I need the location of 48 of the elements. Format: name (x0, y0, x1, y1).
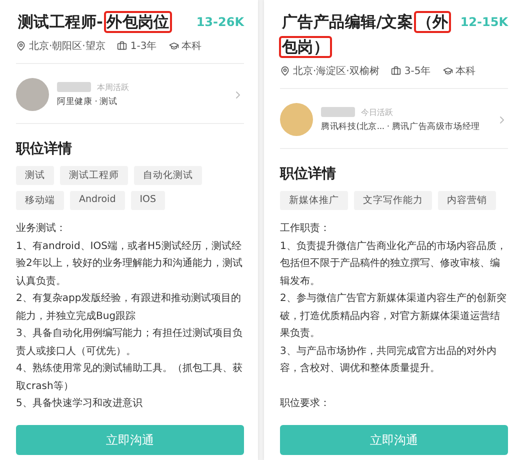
section-title: 职位详情 (16, 140, 73, 158)
experience: 1-3年 (130, 40, 157, 53)
blurred-name (321, 107, 355, 117)
chat-now-button[interactable]: 立即沟通 (280, 425, 508, 455)
job-title: 广告产品编辑/文案 （外 包岗） (280, 10, 456, 60)
skill-tag: 新媒体推广 (280, 191, 348, 210)
description-paragraph: 2、有复杂app发版经验，有跟进和推动测试项目的能力，并独立完成Bug跟踪 (16, 292, 242, 324)
location: 北京·朝阳区·望京 (29, 40, 106, 53)
avatar (16, 78, 49, 111)
education: 本科 (456, 64, 476, 78)
description-paragraph: 业务测试： (16, 222, 67, 236)
skill-tag: 测试工程师 (60, 166, 128, 185)
briefcase-icon (391, 66, 402, 76)
blurred-name (57, 82, 91, 92)
skill-tag: 内容营销 (438, 191, 496, 210)
graduation-cap-icon (442, 66, 453, 76)
skill-tag: IOS (130, 191, 166, 210)
description-paragraph: 2、参与微信广告官方新媒体渠道内容生产的创新突破，打造优质精品内容，对官方新媒体渠道运营结果负责。 (280, 292, 508, 341)
activity-status: 本周活跃 (97, 82, 129, 92)
skill-tag: Android (70, 191, 125, 210)
experience: 3-5年 (404, 65, 431, 78)
avatar (280, 103, 313, 136)
description-paragraph: 3、具备自动化用例编写能力；有担任过测试项目负责人或接口人（可优先）。 (16, 326, 244, 358)
job-title: 测试工程师- 外包岗位 (16, 10, 192, 35)
graduation-cap-icon (168, 41, 179, 51)
description-paragraph: 3、与产品市场协作，共同完成官方出品的对外内容，含校对、调优和整体质量提升。 (280, 344, 498, 376)
section-title: 职位详情 (280, 165, 337, 183)
description-paragraph: 5、具备快速学习和改进意识 (16, 396, 144, 411)
skill-tag: 测试 (16, 166, 54, 185)
briefcase-icon (117, 41, 128, 51)
description-paragraph: 1、有android、IOS端，或者H5测试经历，测试经验2年以上，较好的业务理解能力和沟通能力，测试认真负责。 (16, 240, 244, 288)
chat-now-button[interactable]: 立即沟通 (16, 425, 244, 455)
education: 本科 (182, 40, 202, 53)
location-pin-icon (16, 41, 26, 51)
skill-tag: 自动化测试 (134, 166, 202, 185)
skill-tag: 文字写作能力 (354, 191, 432, 210)
salary: 12-15K (460, 14, 508, 29)
company-role: 腾讯科技(北京... · 腾讯广告高级市场经理 (321, 120, 480, 132)
location-pin-icon (280, 66, 290, 76)
activity-status: 今日活跃 (361, 106, 393, 118)
location: 北京·海淀区·双榆树 (293, 64, 380, 78)
description-paragraph: 1、负责提升微信广告商业化产品的市场内容品质，包括但不限于产品稿件的独立撰写、修改审核、编辑发布。 (280, 240, 508, 288)
company-role: 阿里健康 · 测试 (57, 96, 118, 108)
description-paragraph: 4、熟练使用常见的测试辅助工具。（抓包工具、获取crash等） (16, 362, 244, 394)
skill-tag: 移动端 (16, 191, 64, 210)
description-paragraph: 工作职责： (280, 222, 331, 236)
salary: 13-26K (196, 14, 244, 29)
description-subheading: 职位要求： (280, 396, 331, 410)
